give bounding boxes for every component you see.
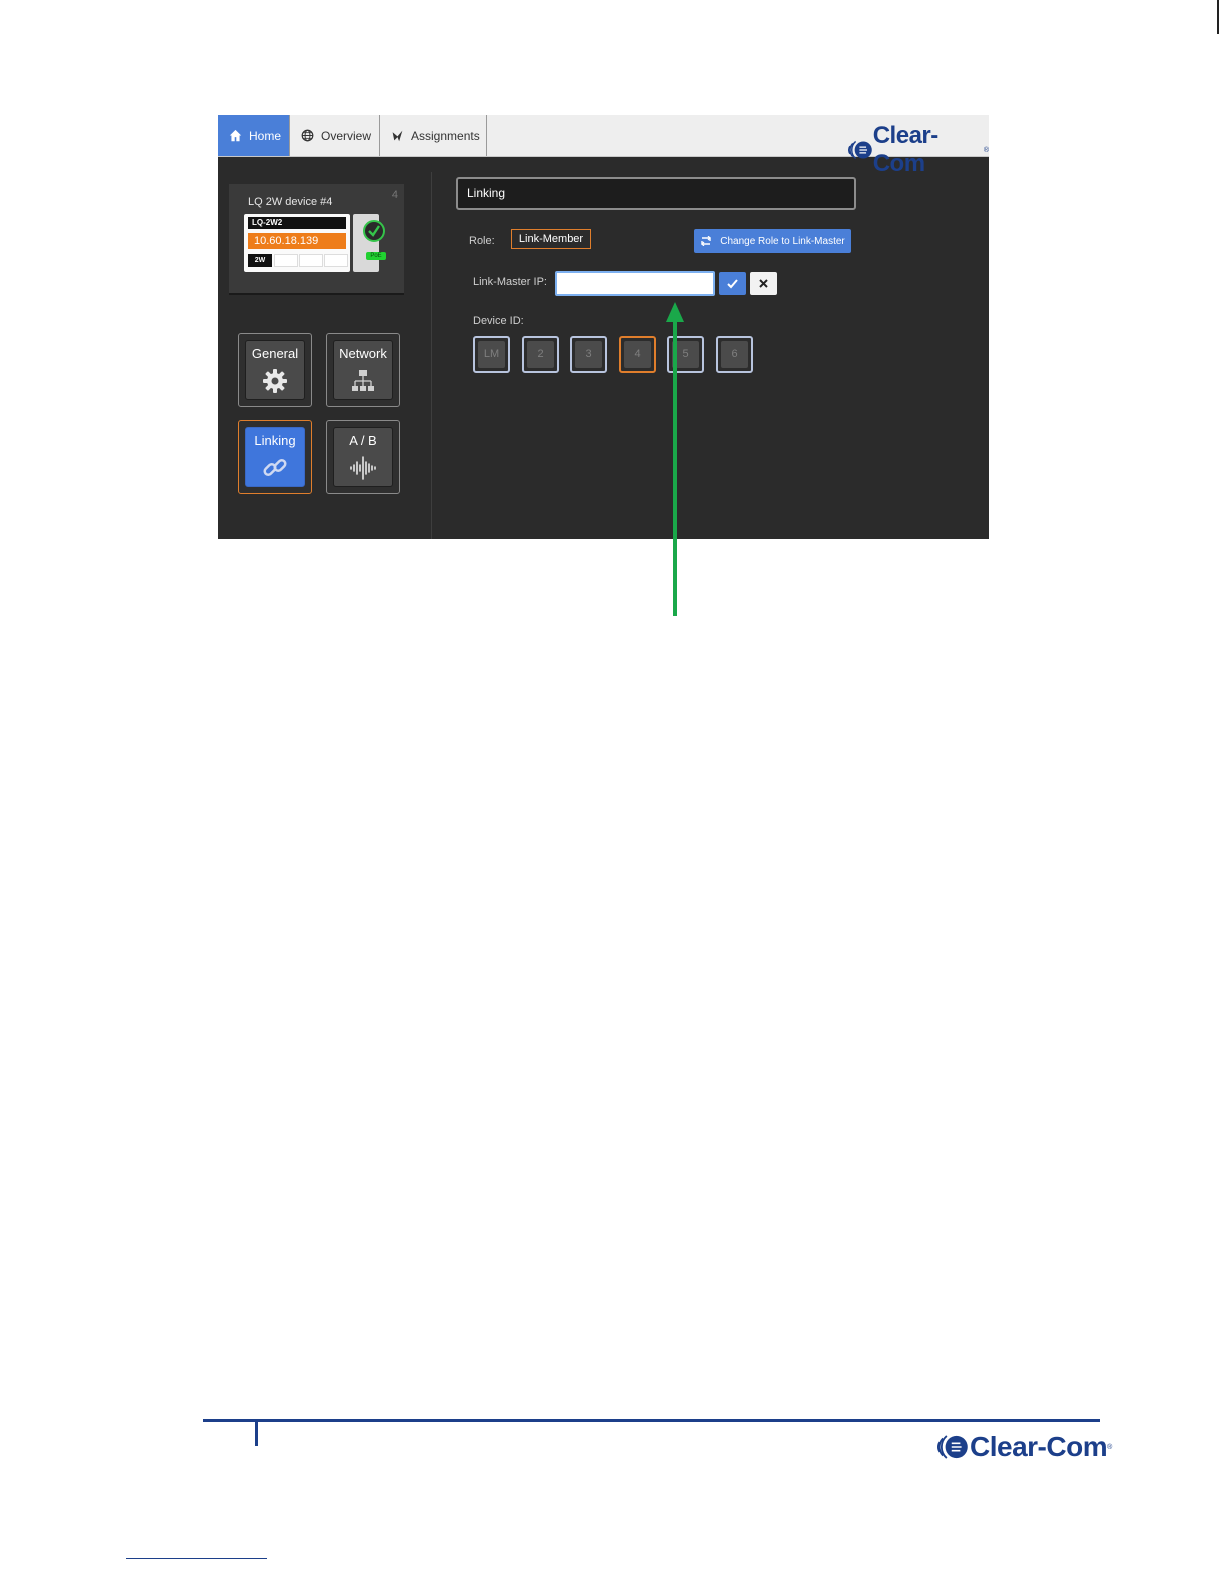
link-icon: [263, 458, 287, 477]
tab-assignments-label: Assignments: [411, 128, 480, 143]
tile-label: Linking: [254, 433, 296, 448]
menu-tile-network[interactable]: Network: [326, 333, 400, 407]
device-id-button-lm[interactable]: LM: [473, 336, 510, 373]
annotation-arrow: [666, 302, 684, 616]
network-icon: [352, 370, 374, 391]
tile-face: A / B: [333, 427, 393, 487]
role-badge: Link-Member: [511, 229, 591, 249]
tile-label: Network: [339, 346, 387, 361]
registered-mark: ®: [983, 146, 989, 154]
poe-badge: PoE: [366, 252, 386, 260]
tab-home[interactable]: Home: [218, 115, 290, 156]
linking-section-header: Linking: [456, 177, 856, 210]
device-id-value: 6: [721, 341, 748, 368]
device-id-button-4[interactable]: 4: [619, 336, 656, 373]
device-ip: 10.60.18.139: [248, 233, 346, 249]
tile-face: Linking: [245, 427, 305, 487]
device-id-value: 2: [527, 341, 554, 368]
home-icon: [229, 129, 242, 142]
menu-tile-ab[interactable]: A / B: [326, 420, 400, 494]
brand-wordmark: Clear-Com: [970, 1431, 1108, 1462]
cancel-ip-button[interactable]: [750, 272, 777, 295]
tab-overview[interactable]: Overview: [290, 115, 380, 156]
status-ok-icon: [363, 220, 385, 242]
device-id-label: Device ID:: [473, 315, 524, 327]
globe-icon: [301, 129, 314, 142]
waveform-icon: [350, 456, 376, 480]
brand-mark-icon: [937, 1435, 968, 1459]
tile-face: Network: [333, 340, 393, 400]
confirm-ip-button[interactable]: [719, 272, 746, 295]
device-title: LQ 2W device #4: [248, 196, 333, 208]
device-id-button-2[interactable]: 2: [522, 336, 559, 373]
device-model: LQ-2W2: [248, 217, 346, 229]
brand-wordmark: Clear-Com: [872, 122, 939, 177]
checkmark-icon: [727, 279, 738, 289]
device-number: 4: [391, 189, 398, 201]
registered-mark: ®: [1107, 1443, 1113, 1451]
link-master-ip-label: Link-Master IP:: [473, 276, 547, 288]
gear-icon: [263, 369, 287, 393]
device-port-label: 2W: [248, 254, 272, 267]
page-edge-rule: [1217, 0, 1219, 34]
port-slot: [324, 254, 348, 267]
device-id-value: 4: [624, 341, 651, 368]
tile-label: General: [251, 346, 299, 361]
change-role-button[interactable]: Change Role to Link-Master: [694, 229, 851, 253]
link-master-ip-input[interactable]: [555, 271, 715, 296]
footer-clear-com-logo: Clear-Com ®: [936, 1431, 1112, 1463]
device-id-value: 3: [575, 341, 602, 368]
menu-tile-linking[interactable]: Linking: [238, 420, 312, 494]
device-id-button-6[interactable]: 6: [716, 336, 753, 373]
device-front-panel: LQ-2W2 10.60.18.139 2W: [244, 214, 350, 272]
role-label: Role:: [469, 235, 495, 247]
clear-com-logo: Clear-Com ®: [848, 122, 989, 178]
assignments-icon: [392, 130, 403, 142]
sidebar-divider: [431, 172, 432, 539]
footer-link-underline: [126, 1558, 267, 1559]
top-navbar: Home Overview Assignments Clear-Com ®: [218, 115, 989, 177]
device-id-button-3[interactable]: 3: [570, 336, 607, 373]
change-role-label: Change Role to Link-Master: [720, 235, 845, 247]
port-slot: [274, 254, 298, 267]
device-id-value: LM: [478, 341, 505, 368]
swap-icon: [701, 236, 712, 246]
device-card[interactable]: LQ 2W device #4 4 LQ-2W2 10.60.18.139 2W…: [229, 184, 404, 295]
port-slot: [299, 254, 323, 267]
menu-tile-general[interactable]: General: [238, 333, 312, 407]
brand-mark-icon: [848, 140, 872, 160]
tile-label: A / B: [349, 433, 377, 448]
tab-overview-label: Overview: [321, 128, 372, 143]
tab-home-label: Home: [249, 128, 282, 143]
tab-assignments[interactable]: Assignments: [380, 115, 487, 156]
footer-tick: [255, 1422, 258, 1446]
tile-face: General: [245, 340, 305, 400]
footer-rule: [203, 1419, 1100, 1422]
close-icon: [759, 279, 768, 288]
app-screenshot: Home Overview Assignments Clear-Com ® LQ…: [218, 115, 989, 539]
